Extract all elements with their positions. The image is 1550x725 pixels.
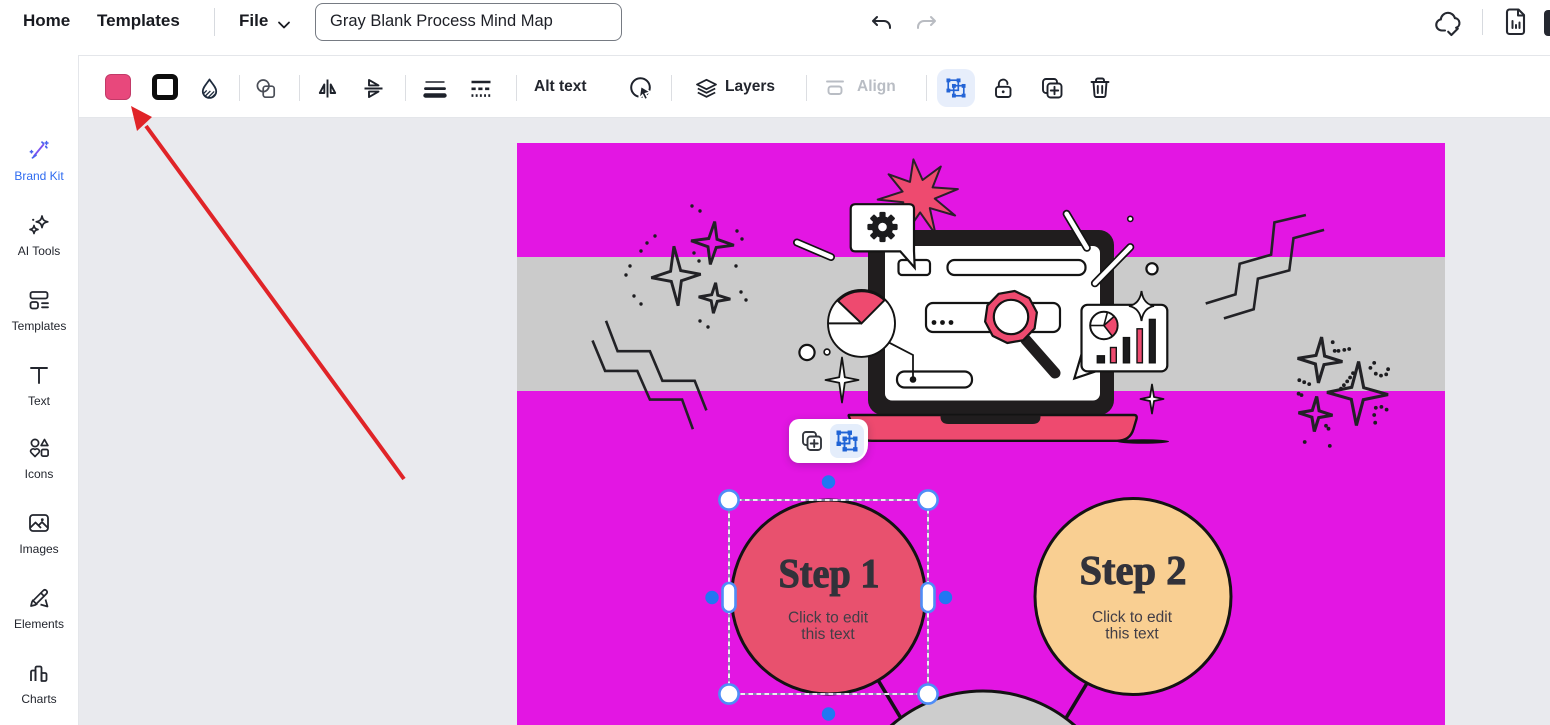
svg-text:Click to edit: Click to edit [1092,609,1173,626]
svg-text:this text: this text [1105,626,1159,643]
svg-text:Step 2: Step 2 [1080,547,1187,593]
